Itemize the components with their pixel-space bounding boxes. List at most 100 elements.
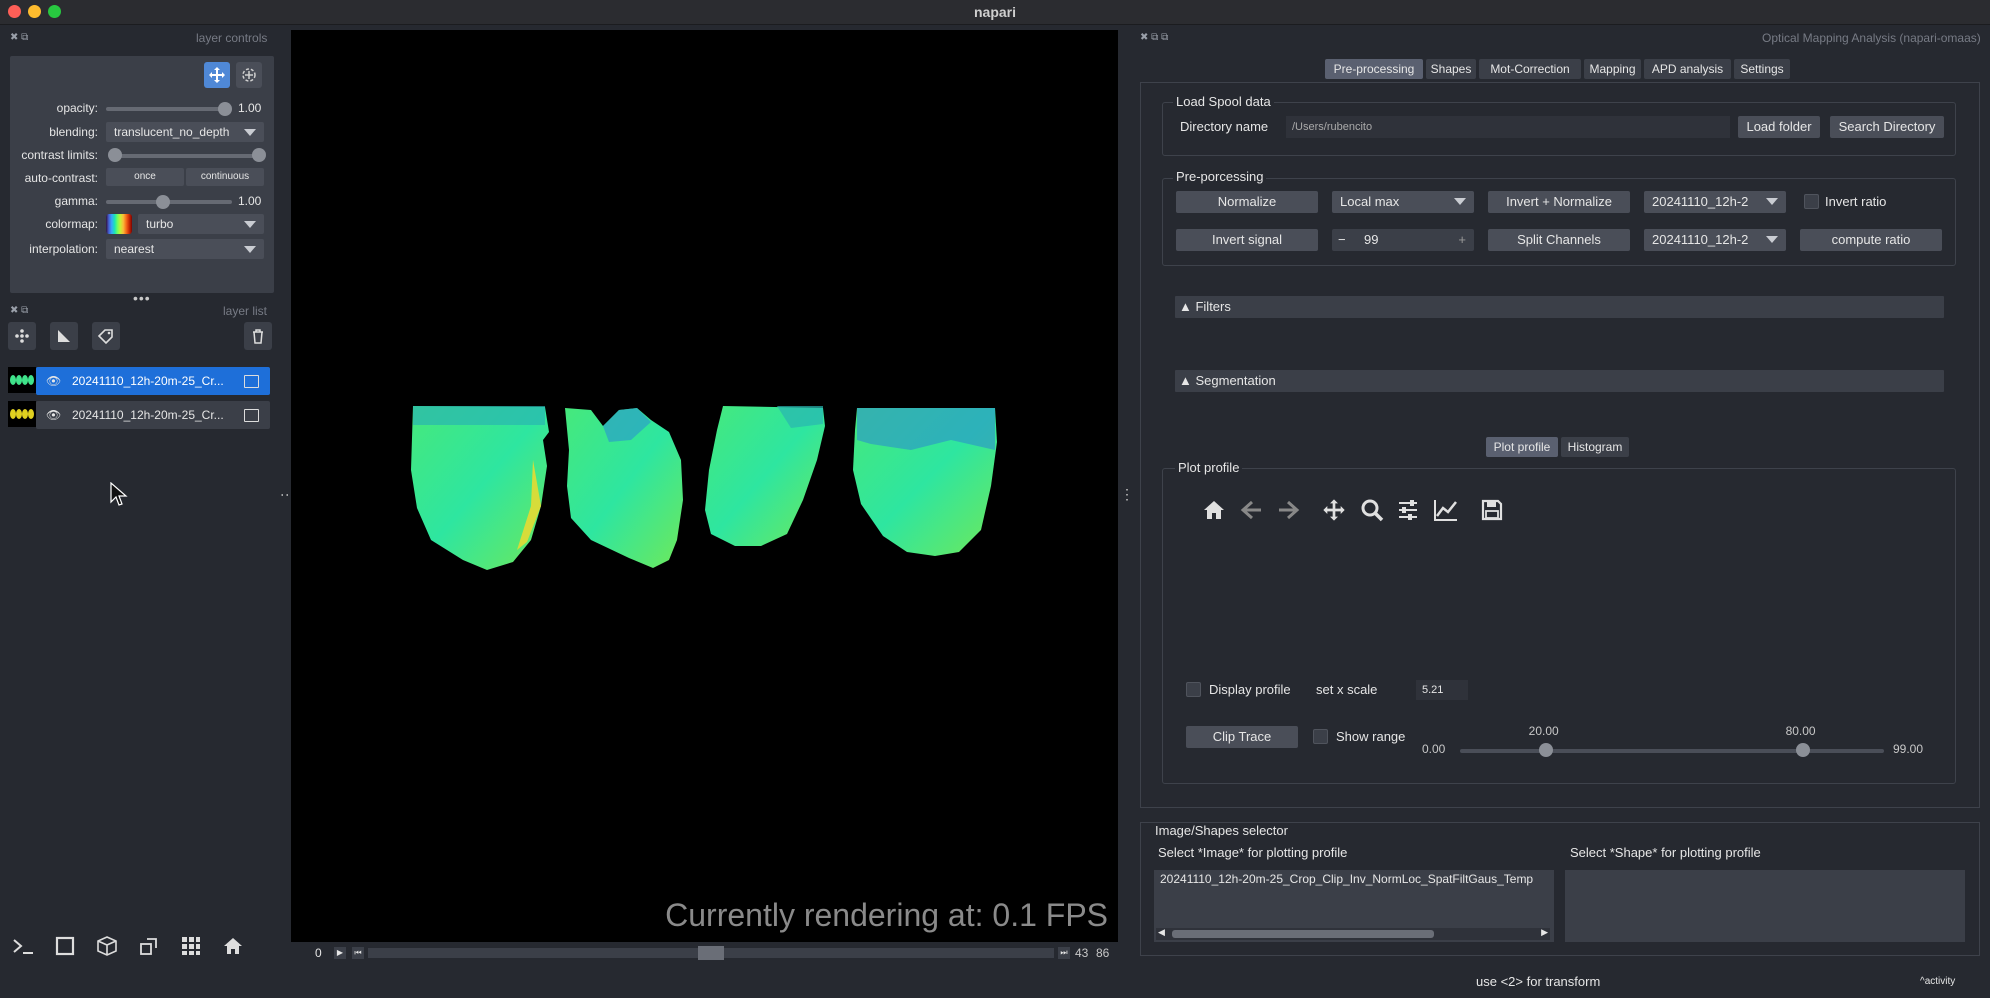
- new-labels-layer-button[interactable]: [92, 322, 120, 350]
- eye-visibility-icon[interactable]: 👁: [46, 401, 61, 429]
- split-channels-button[interactable]: Split Channels: [1488, 229, 1630, 251]
- segmentation-collapsible[interactable]: ▲ Segmentation: [1175, 370, 1944, 392]
- normalize-button[interactable]: Normalize: [1176, 191, 1318, 213]
- tab-plot-profile[interactable]: Plot profile: [1486, 437, 1558, 457]
- viewer-canvas[interactable]: Currently rendering at: 0.1 FPS: [291, 30, 1118, 942]
- clip-low-handle[interactable]: [1538, 743, 1553, 757]
- scroll-right-icon[interactable]: ▶: [1541, 927, 1548, 938]
- display-profile-checkbox[interactable]: [1186, 682, 1201, 697]
- range-min-label: 0.00: [1422, 742, 1446, 756]
- horizontal-scrollbar[interactable]: ◀ ▶: [1156, 927, 1550, 940]
- filters-collapsible[interactable]: ▲ Filters: [1175, 296, 1944, 318]
- dock-float-icons[interactable]: ✖ ⧉: [10, 32, 28, 43]
- right-dock-icons[interactable]: ✖ ⧉ ⧉: [1140, 32, 1168, 43]
- auto-contrast-once-button[interactable]: once: [106, 168, 184, 186]
- eye-visibility-icon[interactable]: 👁: [46, 367, 61, 395]
- splitter-handle[interactable]: •••: [133, 290, 151, 306]
- blending-select[interactable]: translucent_no_depth: [106, 122, 264, 142]
- play-button[interactable]: ▶: [334, 947, 346, 959]
- contrast-low-handle[interactable]: [108, 148, 122, 162]
- layer-list-dock-icons[interactable]: ✖ ⧉: [10, 305, 28, 316]
- directory-input[interactable]: /Users/rubencito: [1286, 116, 1730, 138]
- scroll-left-icon[interactable]: ◀: [1158, 927, 1165, 938]
- opacity-slider[interactable]: [106, 107, 232, 111]
- clip-high-handle[interactable]: [1795, 743, 1810, 757]
- gamma-slider-handle[interactable]: [156, 195, 171, 209]
- opacity-slider-handle[interactable]: [218, 102, 232, 116]
- image-selector-label: Select *Image* for plotting profile: [1158, 845, 1348, 860]
- tab-pre-processing[interactable]: Pre-processing: [1325, 59, 1423, 79]
- right-dock-splitter[interactable]: ⋮: [1120, 486, 1134, 503]
- blending-label: blending:: [49, 125, 98, 139]
- delete-layer-button[interactable]: [244, 322, 272, 350]
- interpolation-label: interpolation:: [29, 242, 98, 256]
- transpose-dims-button[interactable]: [134, 932, 164, 960]
- tab-settings[interactable]: Settings: [1734, 59, 1790, 79]
- dims-slider-handle[interactable]: [698, 946, 724, 960]
- image-select-1[interactable]: 20241110_12h-2: [1644, 191, 1786, 213]
- invert-normalize-button[interactable]: Invert + Normalize: [1488, 191, 1630, 213]
- new-points-layer-button[interactable]: [8, 322, 36, 350]
- roll-dims-button[interactable]: [92, 932, 122, 960]
- back-button[interactable]: [1238, 496, 1266, 524]
- normalize-method-select[interactable]: Local max: [1332, 191, 1474, 213]
- load-folder-button[interactable]: Load folder: [1738, 116, 1820, 138]
- image-list[interactable]: 20241110_12h-20m-25_Crop_Clip_Inv_NormLo…: [1154, 870, 1554, 942]
- edit-axis-button[interactable]: [1432, 496, 1460, 524]
- clip-trace-button[interactable]: Clip Trace: [1186, 726, 1298, 748]
- auto-contrast-continuous-button[interactable]: continuous: [186, 168, 264, 186]
- search-directory-button[interactable]: Search Directory: [1830, 116, 1944, 138]
- interpolation-select[interactable]: nearest: [106, 239, 264, 259]
- spinbox[interactable]: − 99 +: [1332, 229, 1474, 251]
- invert-ratio-checkbox[interactable]: [1804, 194, 1819, 209]
- forward-button[interactable]: [1274, 496, 1302, 524]
- step-back-button[interactable]: ⏮: [352, 947, 364, 959]
- plot-profile-title: Plot profile: [1175, 460, 1243, 475]
- compute-ratio-button[interactable]: compute ratio: [1800, 229, 1942, 251]
- layer-item[interactable]: 👁 20241110_12h-20m-25_Cr...: [36, 401, 270, 429]
- tab-mot-correction[interactable]: Mot-Correction: [1479, 59, 1581, 79]
- line-chart-icon: [1434, 500, 1457, 521]
- show-range-checkbox[interactable]: [1313, 729, 1328, 744]
- image-list-item[interactable]: 20241110_12h-20m-25_Crop_Clip_Inv_NormLo…: [1160, 872, 1533, 886]
- decrement-button[interactable]: −: [1338, 229, 1346, 251]
- pan-button[interactable]: [1320, 496, 1348, 524]
- x-scale-input[interactable]: 5.21: [1416, 680, 1468, 700]
- auto-contrast-label: auto-contrast:: [24, 171, 98, 185]
- tab-shapes[interactable]: Shapes: [1426, 59, 1476, 79]
- cube-icon: [97, 936, 117, 956]
- contrast-high-handle[interactable]: [252, 148, 266, 162]
- console-button[interactable]: [8, 932, 38, 960]
- layer-name: 20241110_12h-20m-25_Cr...: [72, 374, 224, 388]
- heart-2: [565, 408, 683, 568]
- pan-zoom-button[interactable]: [204, 62, 230, 88]
- increment-button[interactable]: +: [1458, 229, 1466, 251]
- grid-view-button[interactable]: [176, 932, 206, 960]
- save-figure-button[interactable]: [1478, 496, 1506, 524]
- step-forward-button[interactable]: ⏭: [1058, 947, 1070, 959]
- invert-signal-button[interactable]: Invert signal: [1176, 229, 1318, 251]
- home-icon: [1204, 501, 1224, 519]
- tab-mapping[interactable]: Mapping: [1584, 59, 1641, 79]
- home-button[interactable]: [1200, 496, 1228, 524]
- colormap-select[interactable]: turbo: [138, 214, 264, 234]
- layer-item[interactable]: 👁 20241110_12h-20m-25_Cr...: [36, 367, 270, 395]
- zoom-button[interactable]: [1358, 496, 1386, 524]
- image-select-2[interactable]: 20241110_12h-2: [1644, 229, 1786, 251]
- configure-subplots-button[interactable]: [1394, 496, 1422, 524]
- tab-apd-analysis[interactable]: APD analysis: [1644, 59, 1731, 79]
- clip-range-slider[interactable]: [1460, 749, 1884, 753]
- chevron-down-icon: [1766, 236, 1778, 243]
- colormap-value: turbo: [146, 217, 174, 231]
- contrast-limits-slider[interactable]: [114, 154, 264, 158]
- layer-name: 20241110_12h-20m-25_Cr...: [72, 408, 224, 422]
- heart-4: [853, 408, 997, 556]
- activity-button[interactable]: ^activity: [1920, 976, 1955, 987]
- reset-view-button[interactable]: [218, 932, 248, 960]
- scrollbar-thumb[interactable]: [1172, 930, 1434, 938]
- tab-histogram[interactable]: Histogram: [1561, 437, 1629, 457]
- new-shapes-layer-button[interactable]: [50, 322, 78, 350]
- shape-list[interactable]: [1565, 870, 1965, 942]
- transform-button[interactable]: [236, 62, 262, 88]
- toggle-ndisplay-button[interactable]: [50, 932, 80, 960]
